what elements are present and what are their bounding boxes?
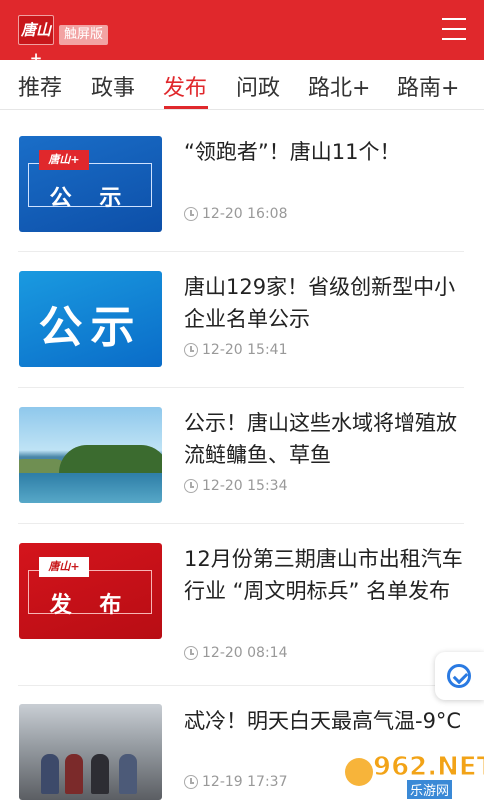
news-time: 12-20 15:34 xyxy=(184,478,287,494)
news-thumbnail: 公示 xyxy=(19,271,162,367)
news-time-text: 12-20 15:34 xyxy=(202,478,288,494)
app-header: 唐山+ 触屏版 xyxy=(0,0,484,67)
tab-lunan[interactable]: 路南+ xyxy=(397,70,459,102)
category-tabs: 推荐 政事 发布 问政 路北+ 路南+ xyxy=(0,60,484,110)
news-thumbnail-street-photo xyxy=(19,704,162,800)
news-title[interactable]: 唐山129家！省级创新型中小企业名单公示 xyxy=(184,271,469,335)
news-time-text: 12-20 08:14 xyxy=(202,645,288,661)
news-time: 12-20 16:08 xyxy=(184,206,287,222)
thumbnail-label: 发 布 xyxy=(49,593,132,618)
clock-icon xyxy=(184,343,198,357)
news-title[interactable]: 公示！唐山这些水域将增殖放流鲢鳙鱼、草鱼 xyxy=(184,407,469,471)
news-thumbnail-lake-photo xyxy=(19,407,162,503)
divider xyxy=(18,387,464,388)
watermark-sub: 乐游网 xyxy=(407,780,453,799)
clock-icon xyxy=(184,775,198,789)
watermark-logo-icon xyxy=(345,758,373,786)
news-title[interactable]: 忒冷！明天白天最高气温-9°C xyxy=(184,705,469,737)
clock-icon xyxy=(184,646,198,660)
news-thumbnail: 唐山+ 发 布 xyxy=(19,543,162,639)
clock-icon xyxy=(184,479,198,493)
app-badge-icon xyxy=(447,664,471,688)
active-tab-indicator xyxy=(164,106,208,109)
divider xyxy=(18,523,464,524)
news-time: 12-20 15:41 xyxy=(184,342,287,358)
news-title[interactable]: 12月份第三期唐山市出租汽车行业 “周文明标兵” 名单发布 xyxy=(184,543,469,607)
tab-fabu[interactable]: 发布 xyxy=(163,70,207,102)
watermark: 962.NET 乐游网 xyxy=(345,752,484,799)
news-time-text: 12-19 17:37 xyxy=(202,774,288,790)
news-time: 12-20 08:14 xyxy=(184,645,287,661)
news-time-text: 12-20 16:08 xyxy=(202,206,288,222)
thumbnail-label: 公示 xyxy=(38,302,143,353)
thumbnail-label: 公 示 xyxy=(49,186,132,211)
tab-zhengshi[interactable]: 政事 xyxy=(91,70,135,102)
news-time-text: 12-20 15:41 xyxy=(202,342,288,358)
edition-badge: 触屏版 xyxy=(59,25,109,45)
tab-wenzheng[interactable]: 问政 xyxy=(236,70,280,102)
tab-lubei[interactable]: 路北+ xyxy=(308,70,370,102)
divider xyxy=(18,685,464,686)
watermark-number: 962.NET xyxy=(372,752,484,783)
menu-icon[interactable] xyxy=(442,18,466,40)
tab-tuijian[interactable]: 推荐 xyxy=(18,70,62,102)
divider xyxy=(18,251,464,252)
floating-app-button[interactable] xyxy=(435,652,484,700)
news-title[interactable]: “领跑者”！唐山11个！ xyxy=(184,136,469,168)
news-thumbnail: 唐山+ 公 示 xyxy=(19,136,162,232)
app-logo[interactable]: 唐山+ xyxy=(18,15,54,67)
stamp-logo: 唐山+ xyxy=(39,557,89,577)
news-time: 12-19 17:37 xyxy=(184,774,287,790)
clock-icon xyxy=(184,207,198,221)
stamp-logo: 唐山+ xyxy=(39,150,89,170)
